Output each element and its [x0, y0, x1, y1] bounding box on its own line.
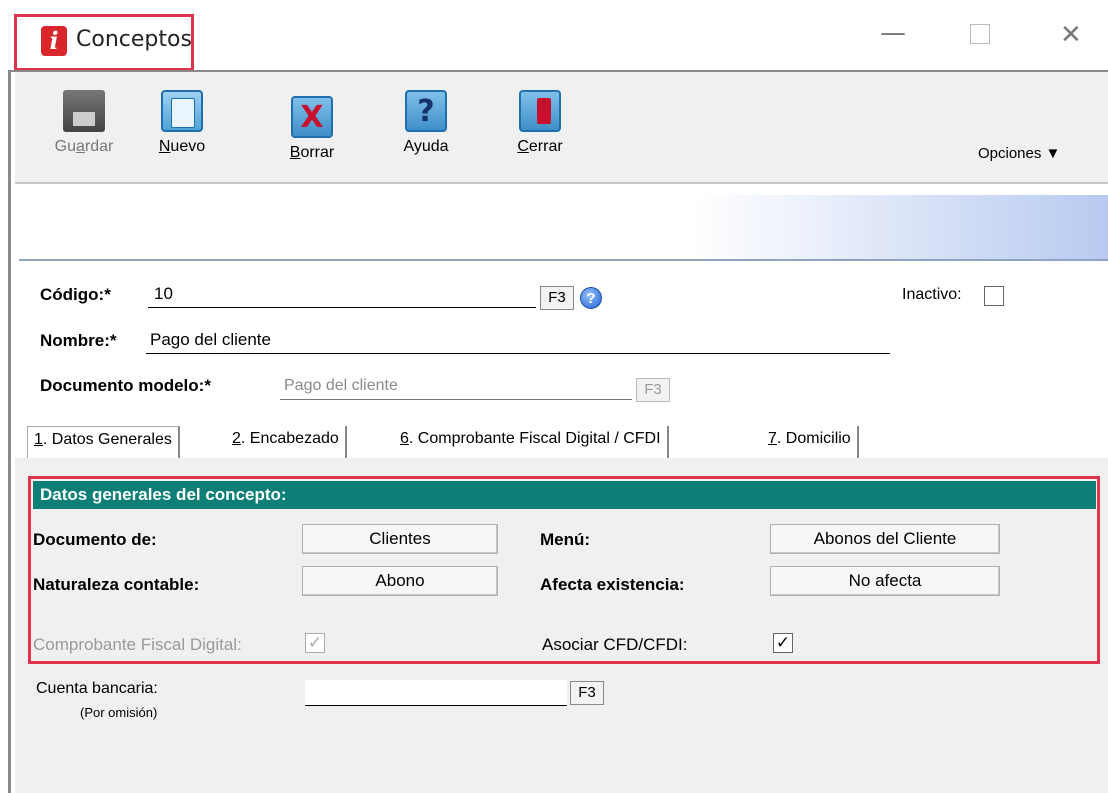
- delete-label: Borrar: [289, 144, 335, 161]
- tab-mnemonic: 7: [768, 430, 777, 447]
- bank-account-label: Cuenta bancaria:: [36, 680, 158, 697]
- close-window-button[interactable]: ✕: [1060, 20, 1082, 50]
- help-button[interactable]: ? Ayuda: [386, 90, 466, 156]
- save-disk-icon: [63, 90, 105, 132]
- tab-mnemonic: 2: [232, 430, 241, 447]
- close-label: Cerrar: [517, 138, 563, 155]
- panel-highlight-box: [28, 476, 1100, 664]
- title-highlight-box: [14, 14, 194, 71]
- options-menu-button[interactable]: Opciones ▼: [978, 145, 1060, 162]
- bank-account-f3-button[interactable]: F3: [570, 681, 604, 705]
- inactive-checkbox[interactable]: [984, 286, 1004, 306]
- tab-mnemonic: 1: [34, 431, 43, 448]
- help-label: Ayuda: [403, 138, 449, 155]
- window-border: [8, 72, 11, 793]
- model-f3-button: F3: [636, 378, 670, 402]
- help-question-icon: ?: [405, 90, 447, 132]
- code-f3-button[interactable]: F3: [540, 286, 574, 310]
- inactive-label: Inactivo:: [902, 286, 962, 303]
- save-button[interactable]: Guardar: [46, 90, 122, 156]
- new-document-icon: [161, 90, 203, 132]
- tab-label: . Comprobante Fiscal Digital / CFDI: [408, 430, 661, 447]
- tab-datos-generales[interactable]: 1. Datos Generales: [27, 426, 180, 458]
- tab-mnemonic: 6: [400, 430, 409, 447]
- exit-door-icon: [519, 90, 561, 132]
- close-button[interactable]: Cerrar: [500, 90, 580, 156]
- new-button[interactable]: Nuevo: [142, 90, 222, 156]
- bank-account-input[interactable]: [305, 680, 567, 706]
- banner-separator: [19, 259, 1108, 261]
- delete-x-icon: X: [291, 96, 333, 138]
- tab-label: . Datos Generales: [42, 431, 172, 448]
- model-document-input: Pago del cliente: [280, 374, 632, 400]
- tab-cfdi[interactable]: 6. Comprobante Fiscal Digital / CFDI: [394, 426, 669, 458]
- tab-domicilio[interactable]: 7. Domicilio: [762, 426, 859, 458]
- save-label: Guardar: [54, 138, 114, 155]
- tab-encabezado[interactable]: 2. Encabezado: [226, 426, 347, 458]
- minimize-button[interactable]: —: [880, 18, 906, 48]
- bank-account-default-note: (Por omisión): [80, 705, 158, 720]
- maximize-button[interactable]: [970, 24, 990, 44]
- tab-label: . Domicilio: [776, 430, 851, 447]
- delete-button[interactable]: X Borrar: [272, 96, 352, 162]
- info-help-icon[interactable]: ?: [580, 287, 602, 309]
- header-banner: [19, 195, 1108, 259]
- code-label: Código:*: [40, 285, 111, 304]
- name-label: Nombre:*: [40, 331, 117, 350]
- tab-label: . Encabezado: [240, 430, 339, 447]
- name-input[interactable]: Pago del cliente: [146, 328, 890, 354]
- new-label: Nuevo: [158, 138, 206, 155]
- code-input[interactable]: 10: [148, 282, 536, 308]
- model-document-label: Documento modelo:*: [40, 376, 211, 395]
